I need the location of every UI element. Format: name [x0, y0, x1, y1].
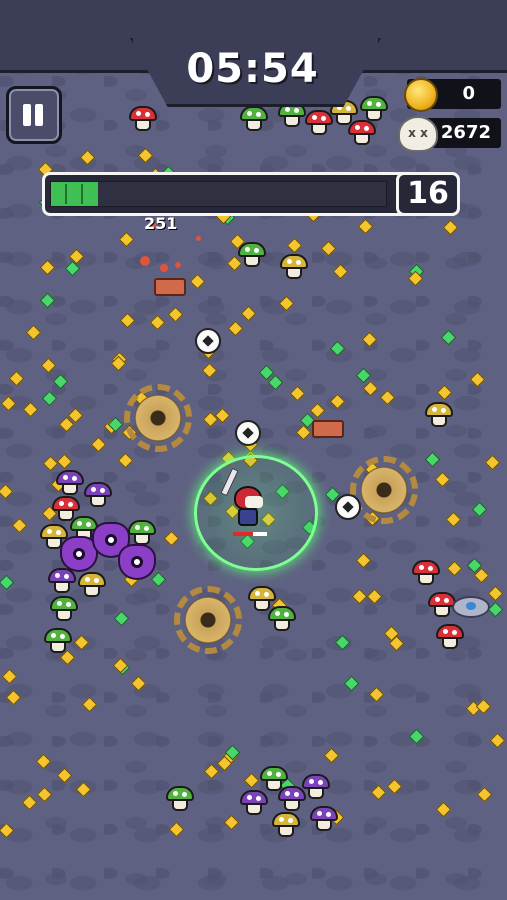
soccer-ball	[195, 328, 221, 354]
player-body	[238, 508, 258, 526]
player-health-fill	[233, 532, 254, 536]
level-indicator: 16	[396, 172, 460, 216]
xp-fill	[51, 182, 98, 206]
skull-icon: x x	[398, 116, 438, 152]
survival-timer: 05:54	[186, 46, 319, 92]
blood-splat	[175, 262, 181, 268]
blood-splat	[140, 256, 150, 266]
mushroom-enemy	[44, 628, 72, 654]
mushroom-enemy	[305, 110, 333, 136]
mushroom-enemy	[272, 812, 300, 838]
soccer-ball	[235, 420, 261, 446]
xp-track	[50, 181, 387, 207]
mushroom-enemy	[56, 470, 84, 496]
mushroom-enemy	[84, 482, 112, 508]
mushroom-enemy	[360, 96, 388, 122]
brick-projectile	[312, 420, 344, 438]
player-head	[234, 486, 263, 510]
purple-blob-enemy	[118, 544, 156, 580]
mushroom-enemy	[412, 560, 440, 586]
xp-bar: 16	[42, 172, 460, 216]
spinning-saw	[124, 384, 192, 452]
mushroom-enemy	[425, 402, 453, 428]
mushroom-enemy	[348, 120, 376, 146]
damage-number: 251	[144, 214, 178, 233]
blood-splat	[196, 236, 201, 241]
mushroom-enemy	[129, 106, 157, 132]
drone-enemy	[452, 596, 490, 618]
mushroom-enemy	[436, 624, 464, 650]
pause-button[interactable]	[6, 86, 62, 144]
mushroom-enemy	[240, 106, 268, 132]
spinning-saw	[174, 586, 242, 654]
mushroom-enemy	[302, 774, 330, 800]
mushroom-enemy	[166, 786, 194, 812]
spinning-saw	[350, 456, 418, 524]
pause-icon-bar	[35, 104, 43, 126]
brick-projectile	[154, 278, 186, 296]
mushroom-enemy	[48, 568, 76, 594]
mushroom-enemy	[128, 520, 156, 546]
pause-icon	[23, 104, 31, 126]
blood-splat	[160, 264, 168, 272]
soccer-ball	[335, 494, 361, 520]
mushroom-enemy	[238, 242, 266, 268]
player-character	[220, 467, 266, 530]
mushroom-enemy	[268, 606, 296, 632]
mushroom-enemy	[50, 596, 78, 622]
mushroom-enemy	[310, 806, 338, 832]
player-health-bar	[233, 532, 267, 536]
mushroom-enemy	[240, 790, 268, 816]
mushroom-enemy	[78, 572, 106, 598]
mushroom-enemy	[280, 254, 308, 280]
coin-icon	[404, 78, 438, 112]
